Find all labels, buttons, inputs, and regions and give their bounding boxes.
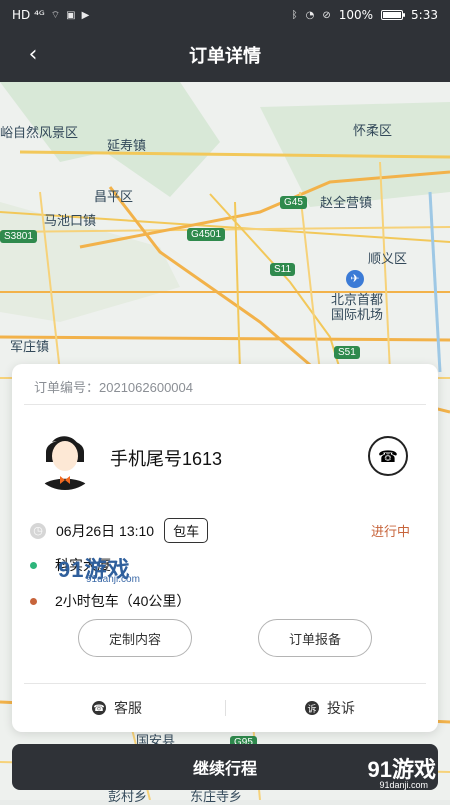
custom-content-button[interactable]: 定制内容	[78, 619, 192, 657]
status-bar: HD ⁴ᴳ ⌔ ▣ ▶ ᛒ ◔ ⊘ 100% 5:33	[0, 0, 450, 30]
order-card: 订单编号：2021062600004 手机尾号1613 ☎ ◷ 06月26日 1…	[12, 364, 438, 732]
road-shield: S11	[270, 263, 296, 276]
bluetooth-icon: ᛒ	[291, 9, 298, 21]
card-divider	[24, 404, 426, 405]
time-text: 5:33	[411, 8, 438, 22]
complaint-icon: 诉	[305, 701, 319, 715]
mute-icon: ⊘	[322, 9, 331, 21]
pickup-dot-icon	[30, 561, 37, 569]
alarm-icon: ◔	[305, 9, 315, 21]
map-label-airport-2: 国际机场	[331, 307, 384, 322]
map-label-zhaoquanying: 赵全营镇	[320, 195, 373, 210]
status-left-icons: HD ⁴ᴳ ⌔ ▣ ▶	[12, 8, 89, 22]
call-button[interactable]: ☎	[368, 436, 408, 476]
map-label-changping: 昌平区	[94, 189, 134, 204]
complaint-label: 投诉	[327, 700, 355, 716]
vertical-divider	[225, 700, 226, 716]
battery-icon	[381, 10, 406, 20]
duration-text: 2小时包车（40公里）	[55, 593, 191, 609]
order-number: 订单编号：2021062600004	[34, 380, 193, 395]
duration-dot-icon	[30, 597, 37, 605]
map-label-yanshou: 延寿镇	[107, 138, 147, 153]
service-type-chip: 包车	[164, 518, 209, 543]
battery-text: 100%	[338, 8, 374, 22]
phone-icon: ☎	[378, 446, 398, 466]
order-time: 06月26日 13:10	[56, 522, 155, 539]
headset-icon: ☎	[92, 701, 106, 715]
map-label-machikou: 马池口镇	[44, 213, 97, 228]
driver-avatar	[30, 420, 100, 490]
customer-service-button[interactable]: ☎ 客服	[92, 694, 142, 722]
app-icon: ▶	[81, 9, 90, 21]
airport-icon: ✈	[346, 270, 364, 288]
time-row: ◷ 06月26日 13:10 包车	[30, 518, 209, 543]
map-label-scenic: 峪自然风景区	[0, 125, 79, 140]
complaint-button[interactable]: 诉 投诉	[305, 694, 355, 722]
clock-icon: ◷	[30, 522, 46, 539]
order-report-button[interactable]: 订单报备	[258, 619, 372, 657]
map-label-shunyi: 顺义区	[368, 251, 408, 266]
map-label-huairou: 怀柔区	[353, 123, 393, 138]
avatar-icon	[30, 420, 100, 490]
notification-icon: ▣	[66, 9, 76, 21]
corner-watermark-sub: 91danji.com	[379, 780, 428, 790]
page-title: 订单详情	[189, 46, 261, 67]
road-shield: S3801	[0, 230, 37, 243]
phone-suffix-label: 手机尾号1613	[110, 449, 223, 469]
title-bar: ‹ 订单详情	[0, 30, 450, 82]
duration-row: 2小时包车（40公里）	[30, 591, 190, 611]
road-shield: G4501	[187, 228, 226, 241]
watermark-sub: 91danji.com	[86, 574, 140, 585]
order-status: 进行中	[370, 524, 410, 539]
status-right-icons: ᛒ ◔ ⊘ 100% 5:33	[292, 8, 438, 22]
map-label-junzhuang: 军庄镇	[10, 339, 50, 354]
watermark-logo: 91游戏 91danji.com	[58, 552, 168, 588]
customer-service-label: 客服	[114, 700, 142, 716]
road-shield: S51	[334, 346, 360, 359]
wifi-icon: ⌔	[50, 9, 61, 21]
road-shield: G45	[280, 196, 307, 209]
bottom-divider	[24, 683, 426, 684]
signal-text: HD ⁴ᴳ	[12, 8, 45, 22]
